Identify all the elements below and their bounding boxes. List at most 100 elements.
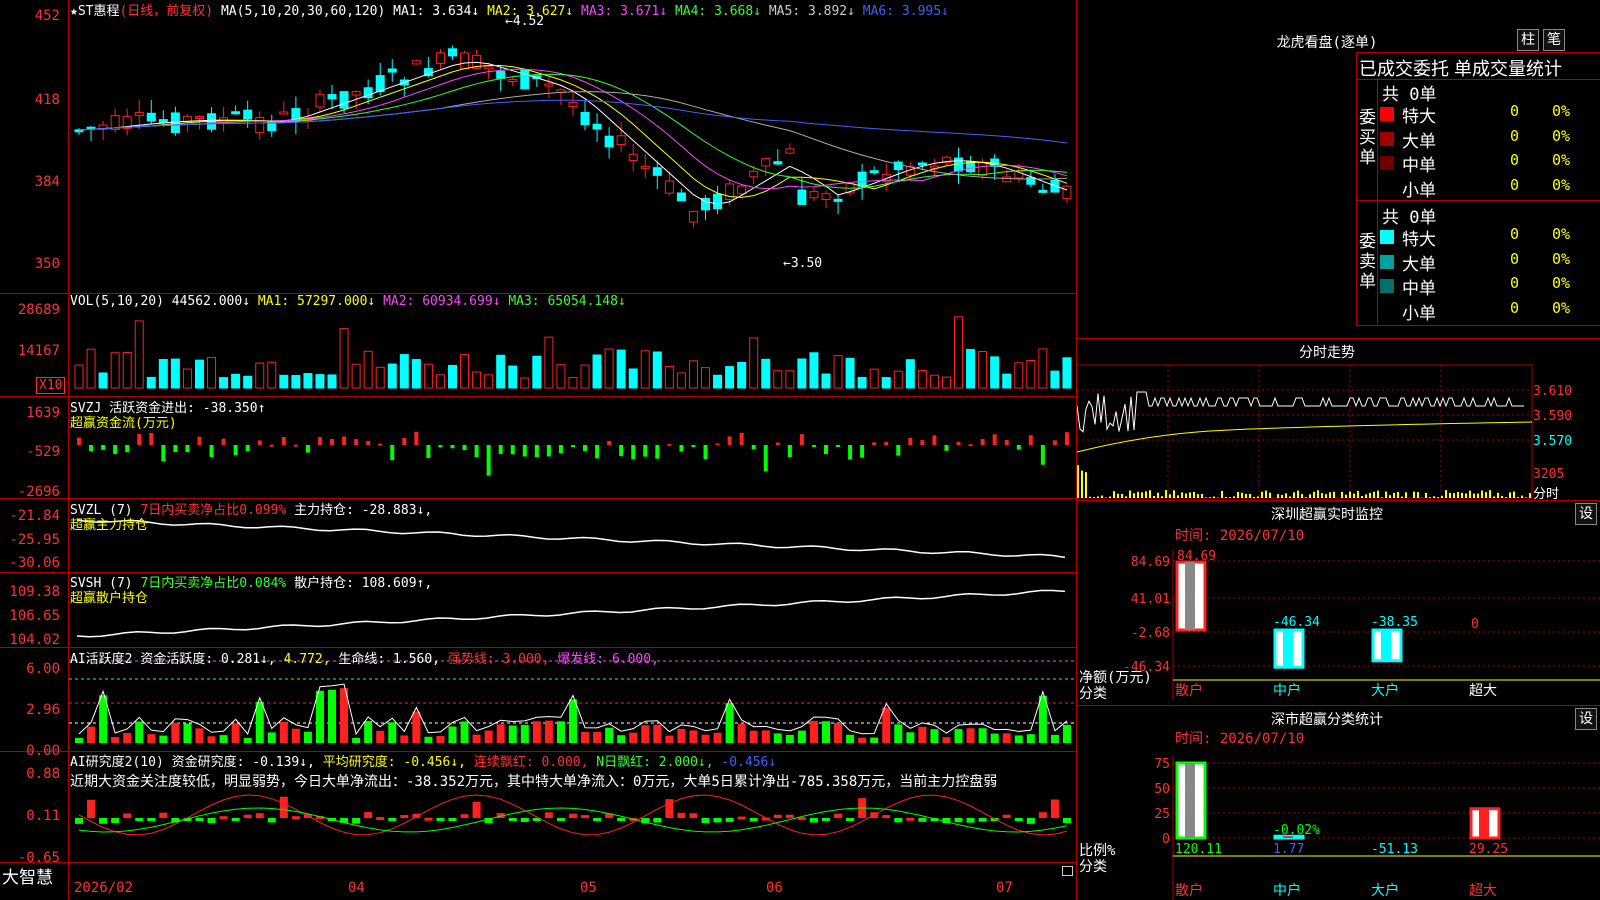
ai2-avg: 平均研究度: -0.456↓, (322, 755, 467, 770)
research-bar (352, 818, 361, 824)
activity-bar (171, 722, 180, 743)
volume-bar (86, 348, 96, 389)
brand-label: 大智慧 (2, 868, 53, 888)
activity-bar (593, 731, 602, 743)
money-flow-bar (992, 434, 997, 445)
volume-bar (592, 354, 602, 389)
sell-row-3: 中单 0 0% (1380, 274, 1570, 299)
volume-bar (255, 362, 265, 389)
research-bar (1038, 812, 1047, 818)
sz-monitor-settings-button[interactable]: 设 (1575, 503, 1597, 525)
ai1-tick: 0.00 (26, 743, 60, 759)
research-bar (821, 818, 830, 821)
chart-area[interactable]: 452 418 384 350 28689 14167 X10 1639 -52… (0, 0, 1077, 900)
volume-bar (737, 361, 747, 389)
activity-bar (1038, 695, 1047, 743)
fenshi-vol-bar (1445, 490, 1447, 498)
money-flow-bar (823, 445, 828, 455)
fenshi-vol-bar (1429, 497, 1431, 498)
research-bar (653, 818, 662, 823)
vol-unit-badge: X10 (36, 377, 66, 394)
money-flow-bar (221, 438, 226, 445)
volume-bar (158, 359, 168, 389)
fenshi-vol-bar (1317, 490, 1319, 498)
fenshi-vol-bar (1369, 492, 1371, 498)
fenshi-vol-bar (1389, 495, 1391, 498)
money-flow-bar (113, 445, 118, 455)
bar-mode-button[interactable]: 柱 (1517, 29, 1539, 51)
research-bar (412, 813, 421, 818)
volume-bar (929, 374, 939, 389)
monitor-category: 散户 (1175, 682, 1203, 699)
activity-bar (773, 733, 782, 743)
fenshi-vol-bar (1117, 493, 1119, 498)
activity-bar (159, 735, 168, 743)
fenshi-vol-bar (1169, 494, 1171, 498)
volume-bar (761, 358, 771, 389)
fenshi-vol-bar (1361, 496, 1363, 498)
activity-bar (846, 734, 855, 743)
candle-body (194, 115, 204, 119)
intraday-chart[interactable] (1077, 362, 1600, 500)
fenshi-vol-bar (1185, 493, 1187, 498)
ma-line (78, 61, 1068, 205)
fenshi-vol-bar (1373, 491, 1375, 498)
class-bar-label: 120.11 (1175, 842, 1222, 857)
lock-icon[interactable] (1062, 866, 1073, 876)
candle-body (243, 109, 253, 120)
fenshi-vol-bar (1365, 494, 1367, 498)
fenshi-vol-bar (1129, 490, 1131, 498)
kline-chart[interactable] (69, 0, 1076, 862)
fenshi-vol-bar (1505, 497, 1507, 498)
panel-sep (1077, 338, 1600, 339)
volume-bar (701, 367, 711, 389)
svzj-sub: 超赢资金流(万元) (70, 416, 177, 431)
fenshi-vol-bar (1177, 495, 1179, 498)
low-price-label: ←3.50 (783, 256, 823, 271)
volume-bar (845, 357, 855, 389)
fenshi-vol-bar (1121, 493, 1123, 498)
volume-bar (134, 320, 144, 389)
research-bar (834, 813, 843, 818)
candle-body (664, 180, 674, 194)
research-bar (75, 818, 83, 824)
volume-bar (797, 358, 807, 389)
volume-bar (291, 375, 301, 389)
fenshi-vol-bar (1309, 494, 1311, 498)
research-bar (231, 818, 240, 821)
fenshi-vol-bar (1433, 496, 1435, 498)
money-flow-bar (811, 445, 816, 447)
row-percent: 0% (1552, 298, 1571, 317)
research-bar (255, 813, 264, 818)
activity-bar (219, 735, 228, 743)
research-bar (581, 815, 590, 819)
ma1-value: MA1: 3.634↓ (393, 4, 480, 19)
row-count: 0 (1510, 175, 1520, 194)
money-flow-bar (426, 445, 431, 459)
fenshi-vol-bar (1277, 494, 1279, 498)
chart-mode: (日线，前复权) (119, 4, 214, 19)
research-bar (954, 818, 963, 823)
activity-bar (821, 721, 830, 743)
volume-bar (435, 374, 445, 389)
volume-bar (616, 349, 626, 389)
monitor-bar-shade (1381, 630, 1391, 661)
tick-mode-button[interactable]: 笔 (1543, 29, 1565, 51)
research-bar (1050, 799, 1059, 818)
research-bar (773, 814, 782, 818)
fenshi-vol-bar (1353, 493, 1355, 498)
fenshi-vol-bar (1093, 497, 1095, 498)
money-flow-bar (691, 445, 696, 447)
fenshi-vol-bar (1165, 490, 1167, 498)
sz-class-settings-button[interactable]: 设 (1575, 708, 1597, 730)
money-flow-bar (546, 445, 551, 457)
money-flow-bar (402, 437, 407, 445)
net-amount-chart[interactable]: 84.6941.01-2.68-46.3484.69散户-46.34中户-38.… (1077, 540, 1600, 705)
volume-bar (194, 359, 204, 389)
fenshi-vol-bar (1485, 492, 1487, 498)
activity-bar (315, 690, 324, 743)
activity-bar (1002, 733, 1011, 743)
color-swatch (1380, 156, 1394, 170)
ratio-chart[interactable]: 75 50 25 0 120.11 散户 1.77 中户 -51.13 大户 29.25 超大 -0.0… (1077, 745, 1600, 900)
fenshi-vol-bar (1173, 490, 1175, 498)
